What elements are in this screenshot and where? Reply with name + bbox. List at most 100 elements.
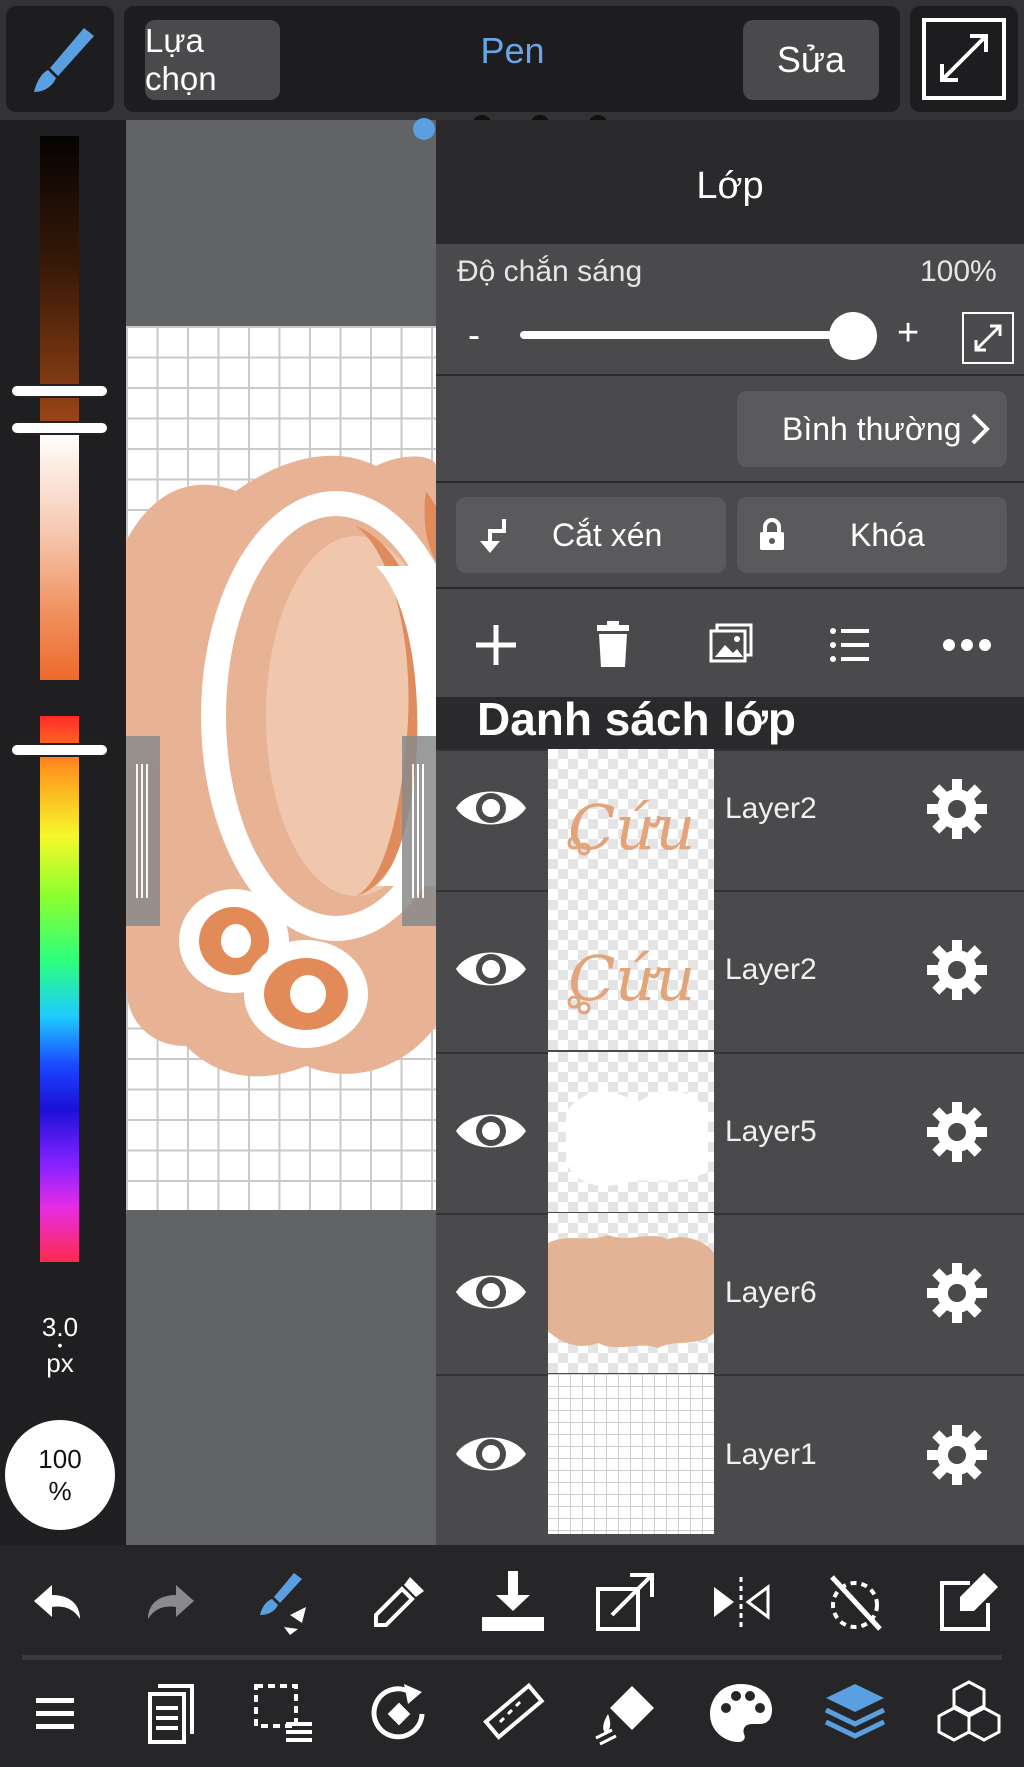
materials-button[interactable] bbox=[934, 1678, 1004, 1748]
export-button[interactable] bbox=[592, 1567, 662, 1637]
add-layer-icon bbox=[476, 625, 516, 665]
list-icon bbox=[830, 628, 869, 662]
opacity-increase-button[interactable]: + bbox=[897, 312, 919, 355]
opacity-expand-button[interactable] bbox=[962, 312, 1014, 364]
thumb-artwork: Cứu bbox=[567, 791, 695, 864]
layer-opacity-value: 100% bbox=[920, 255, 997, 288]
lock-icon bbox=[760, 518, 784, 550]
visibility-toggle[interactable] bbox=[452, 1101, 530, 1161]
eye-icon bbox=[456, 791, 526, 825]
rotate-canvas-button[interactable] bbox=[364, 1678, 434, 1748]
brush-opacity-value: 100 bbox=[38, 1444, 82, 1474]
layer-settings-button[interactable] bbox=[925, 1423, 989, 1487]
layer-list-button[interactable] bbox=[819, 615, 879, 675]
rotate-icon bbox=[371, 1684, 425, 1740]
opacity-decrease-button[interactable]: - bbox=[468, 314, 480, 356]
delete-layer-button[interactable] bbox=[583, 615, 643, 675]
image-icon bbox=[709, 623, 753, 663]
brush-opacity-unit: % bbox=[48, 1476, 72, 1506]
brightness-slider-handle[interactable] bbox=[12, 386, 107, 396]
divider bbox=[436, 242, 1024, 244]
layer-settings-button[interactable] bbox=[925, 938, 989, 1002]
layers-button[interactable] bbox=[820, 1678, 890, 1748]
layer-thumbnail[interactable]: Cứu bbox=[548, 749, 714, 909]
gear-icon bbox=[927, 779, 987, 839]
palette-button[interactable] bbox=[706, 1678, 776, 1748]
rotate-reset-button[interactable] bbox=[820, 1567, 890, 1637]
eye-icon bbox=[456, 1114, 526, 1148]
layer-thumbnail[interactable] bbox=[548, 1213, 714, 1373]
import-image-button[interactable] bbox=[701, 615, 761, 675]
divider bbox=[436, 587, 1024, 589]
layer-settings-button[interactable] bbox=[925, 777, 989, 841]
hue-slider-handle[interactable] bbox=[12, 745, 107, 755]
divider bbox=[436, 481, 1024, 483]
canvas-right-handle[interactable] bbox=[402, 736, 436, 926]
brush-tool-button[interactable] bbox=[6, 6, 114, 112]
blend-mode-button[interactable]: Bình thường bbox=[737, 391, 1007, 467]
chevron-right-icon bbox=[971, 413, 990, 445]
current-tool-label[interactable]: Pen bbox=[400, 30, 625, 72]
undo-icon bbox=[34, 1585, 80, 1619]
more-options-button[interactable] bbox=[937, 615, 997, 675]
eye-icon bbox=[456, 1275, 526, 1309]
eyedropper-button[interactable] bbox=[364, 1567, 434, 1637]
redo-button[interactable] bbox=[136, 1567, 206, 1637]
layer-thumbnail[interactable]: Cứu bbox=[548, 890, 714, 1050]
brush-transform-button[interactable] bbox=[250, 1567, 320, 1637]
save-button[interactable] bbox=[478, 1567, 548, 1637]
gear-icon bbox=[927, 1102, 987, 1162]
layer-settings-button[interactable] bbox=[925, 1261, 989, 1325]
undo-button[interactable] bbox=[22, 1567, 92, 1637]
pages-icon bbox=[148, 1684, 194, 1744]
visibility-toggle[interactable] bbox=[452, 939, 530, 999]
menu-button[interactable] bbox=[22, 1678, 92, 1748]
hue-slider[interactable] bbox=[40, 716, 79, 1262]
clipping-button[interactable]: Cắt xén bbox=[456, 497, 726, 573]
blend-mode-label: Bình thường bbox=[782, 411, 962, 447]
layer-thumbnail[interactable] bbox=[548, 1374, 714, 1534]
layer-opacity-slider[interactable] bbox=[520, 331, 853, 339]
fullscreen-button[interactable] bbox=[910, 6, 1018, 112]
more-icon bbox=[943, 639, 991, 651]
ruler-icon bbox=[483, 1682, 545, 1740]
layer-thumbnail[interactable] bbox=[548, 1052, 714, 1212]
saturation-slider[interactable] bbox=[40, 432, 79, 680]
gear-icon bbox=[927, 1263, 987, 1323]
flip-button[interactable] bbox=[706, 1567, 776, 1637]
selection-button[interactable] bbox=[250, 1678, 320, 1748]
visibility-toggle[interactable] bbox=[452, 1262, 530, 1322]
canvas-artwork bbox=[126, 455, 436, 1077]
edit-frame-button[interactable] bbox=[934, 1567, 1004, 1637]
select-button[interactable]: Lựa chọn bbox=[145, 20, 280, 100]
canvas-left-handle[interactable] bbox=[126, 736, 160, 926]
divider bbox=[436, 374, 1024, 376]
layer-opacity-slider-thumb[interactable] bbox=[829, 312, 877, 360]
menu-icon bbox=[36, 1698, 74, 1729]
saturation-slider-handle[interactable] bbox=[12, 423, 107, 433]
layer-list-title: Danh sách lớp bbox=[477, 693, 796, 745]
add-layer-button[interactable] bbox=[466, 615, 526, 675]
brush-size-indicator[interactable]: 3.0 • px bbox=[20, 1313, 100, 1377]
clipping-label: Cắt xén bbox=[552, 517, 663, 553]
layer-settings-button[interactable] bbox=[925, 1100, 989, 1164]
lock-button[interactable]: Khóa bbox=[737, 497, 1007, 573]
layer-opacity-label: Độ chắn sáng bbox=[457, 255, 643, 288]
flip-horizontal-icon bbox=[714, 1577, 770, 1627]
brush-opacity-button[interactable]: 100 % bbox=[5, 1420, 115, 1530]
thumb-artwork bbox=[566, 1091, 708, 1186]
layer-name: Layer2 bbox=[725, 792, 817, 825]
layer-name: Layer5 bbox=[725, 1115, 817, 1148]
visibility-toggle[interactable] bbox=[452, 778, 530, 838]
visibility-toggle[interactable] bbox=[452, 1424, 530, 1484]
eyedropper-icon bbox=[374, 1577, 424, 1627]
pages-button[interactable] bbox=[136, 1678, 206, 1748]
fill-icon bbox=[595, 1686, 654, 1746]
fill-button[interactable] bbox=[592, 1678, 662, 1748]
edit-button[interactable]: Sửa bbox=[743, 20, 879, 100]
layers-icon bbox=[824, 1684, 886, 1739]
gear-icon bbox=[927, 940, 987, 1000]
ruler-button[interactable] bbox=[478, 1678, 548, 1748]
layer-name: Layer1 bbox=[725, 1438, 817, 1471]
rotate-off-icon bbox=[830, 1575, 882, 1631]
